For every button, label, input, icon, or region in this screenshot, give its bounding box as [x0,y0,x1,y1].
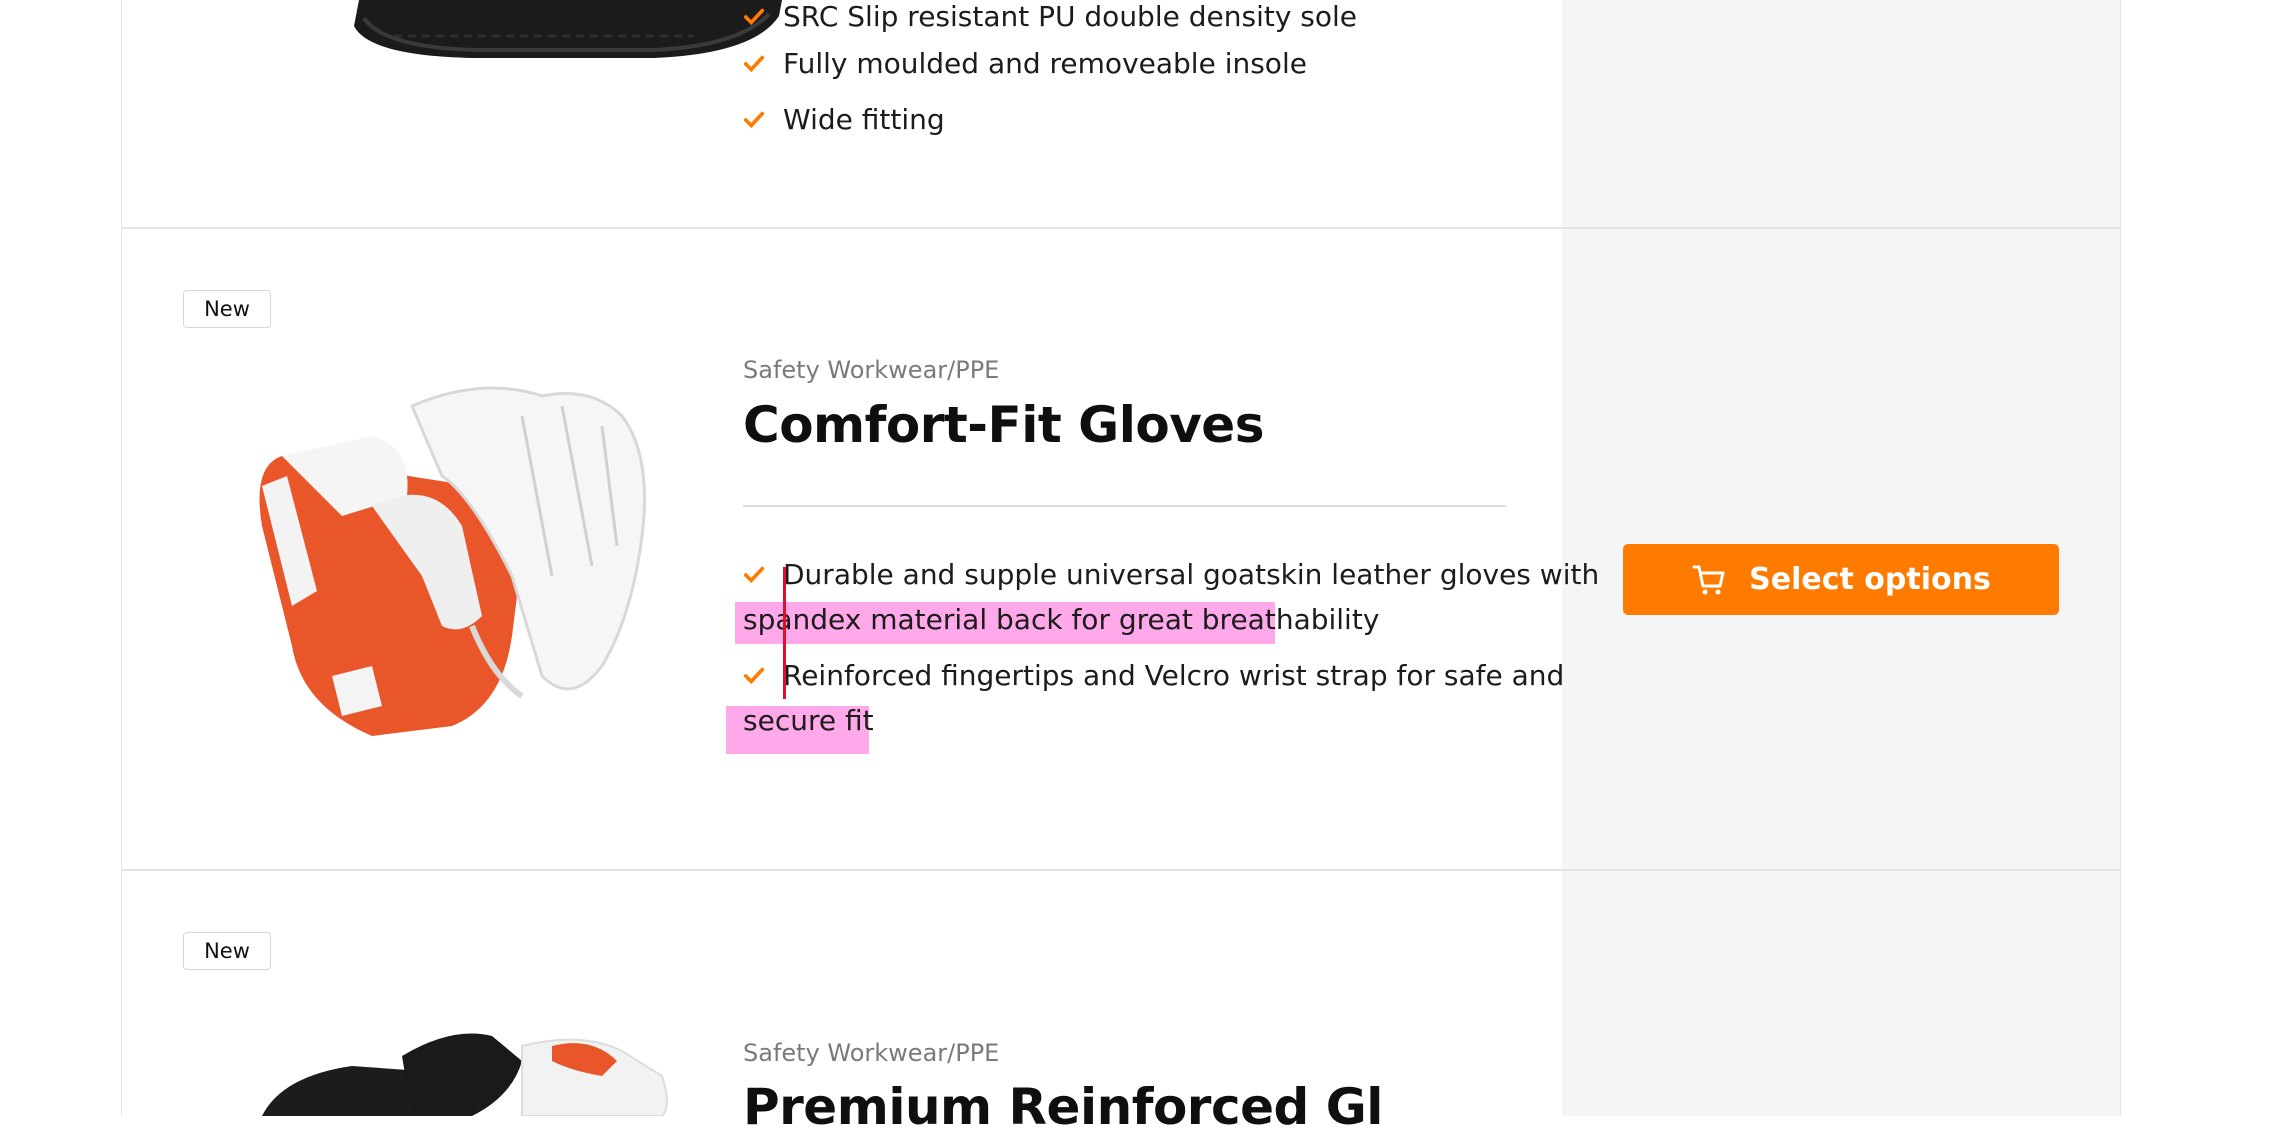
feature-item: SRC Slip resistant PU double density sol… [743,0,1357,33]
feature-text: SRC Slip resistant PU double density sol… [783,0,1358,33]
feature-text-continued: secure fit [743,704,874,737]
row-divider [122,227,2120,229]
feature-text: Fully moulded and removeable insole [783,47,1307,80]
product-list: SRC Slip resistant PU double density sol… [121,0,2121,1136]
cart-icon [1692,565,1725,594]
title-divider [743,505,1506,507]
check-icon [743,667,765,684]
check-icon [743,8,765,25]
feature-item: Durable and supple universal goatskin le… [743,558,1599,591]
feature-text: Wide fitting [783,103,945,136]
row-divider [122,869,2120,871]
text-cursor [783,567,786,699]
new-badge: New [183,932,271,970]
product-category[interactable]: Safety Workwear/PPE [743,356,999,384]
feature-item: Wide fitting [743,103,945,136]
safety-boot-image[interactable] [234,0,794,66]
check-icon [743,111,765,128]
product-category[interactable]: Safety Workwear/PPE [743,1039,999,1067]
gloves-image[interactable] [222,1016,742,1116]
feature-item: Fully moulded and removeable insole [743,47,1307,80]
product-title[interactable]: Comfort-Fit Gloves [743,396,1264,454]
gloves-image[interactable] [222,376,672,756]
select-options-label: Select options [1749,562,1991,597]
feature-item: Reinforced fingertips and Velcro wrist s… [743,659,1564,692]
feature-text-continued: spandex material back for great breathab… [743,603,1380,636]
select-options-button[interactable]: Select options [1623,544,2059,615]
new-badge: New [183,290,271,328]
feature-text: Durable and supple universal goatskin le… [783,558,1600,591]
check-icon [743,566,765,583]
check-icon [743,55,765,72]
product-title[interactable]: Premium Reinforced Gl [743,1078,1383,1136]
feature-text: Reinforced fingertips and Velcro wrist s… [783,659,1565,692]
